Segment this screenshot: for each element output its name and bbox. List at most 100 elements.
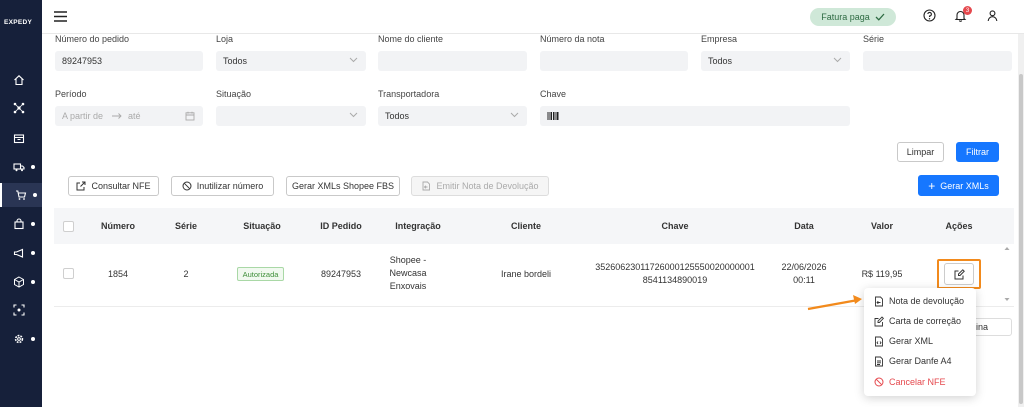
integration-line-3: Enxovais [389, 281, 427, 291]
invoice-number-label: Número da nota [540, 34, 605, 44]
gear-icon [14, 334, 24, 344]
company-label: Empresa [701, 34, 738, 44]
notification-count-badge: 3 [963, 6, 972, 15]
sidebar-item-marketing[interactable] [0, 241, 42, 265]
file-return-icon [875, 296, 883, 306]
void-number-button[interactable]: Inutilizar número [171, 176, 274, 196]
generate-xmls-label: Gerar XMLs [940, 180, 989, 191]
generate-xmls-button[interactable]: + Gerar XMLs [918, 175, 999, 196]
key-line-2: 8541134890019 [642, 275, 708, 285]
shopping-bag-icon [14, 218, 24, 230]
sidebar-item-integrations[interactable] [0, 96, 42, 120]
sidebar-item-shipping[interactable] [0, 155, 42, 179]
ban-icon [182, 181, 192, 191]
cart-icon [16, 190, 27, 200]
sidebar: EXPEDY [0, 0, 42, 407]
ban-icon [874, 377, 884, 387]
select-all-checkbox[interactable] [63, 221, 74, 232]
arrow-right-icon [112, 113, 122, 119]
store-select[interactable]: Todos [216, 51, 366, 71]
sidebar-item-home[interactable] [0, 68, 42, 92]
sidebar-item-sales[interactable] [0, 183, 42, 207]
table-scroll-arrows[interactable] [1002, 244, 1012, 304]
menu-item-label: Carta de correção [889, 316, 962, 326]
sidebar-item-purchases[interactable] [0, 212, 42, 236]
issue-return-invoice-label: Emitir Nota de Devolução [436, 181, 539, 191]
column-header-key[interactable]: Chave [640, 221, 710, 231]
menu-item-generate-xml[interactable]: Gerar XML [874, 334, 933, 348]
series-input[interactable] [863, 51, 1012, 71]
home-icon [14, 75, 24, 86]
submenu-indicator [31, 337, 35, 341]
menu-item-cancel-nfe[interactable]: Cancelar NFE [874, 375, 946, 389]
menu-item-return-invoice[interactable]: Nota de devolução [874, 294, 964, 308]
plus-icon: + [928, 178, 936, 193]
carrier-select[interactable]: Todos [378, 106, 527, 126]
chevron-down-icon [349, 57, 358, 63]
carrier-label: Transportadora [378, 89, 440, 99]
cell-customer: Irane bordeli [500, 269, 552, 279]
submenu-indicator [31, 251, 35, 255]
carrier-select-value: Todos [385, 111, 410, 121]
sidebar-item-settings[interactable] [0, 327, 42, 351]
integration-line-1: Shopee - [389, 255, 427, 265]
period-to-input[interactable]: até [128, 111, 141, 121]
scrollbar-thumb[interactable] [1019, 74, 1023, 404]
menu-item-correction-letter[interactable]: Carta de correção [874, 314, 961, 328]
period-range-picker[interactable]: A partir de até [55, 106, 203, 126]
sidebar-item-store[interactable] [0, 126, 42, 150]
menu-icon[interactable] [54, 11, 67, 22]
scan-icon [13, 304, 25, 316]
row-checkbox[interactable] [63, 268, 74, 279]
cell-value: R$ 119,95 [861, 269, 903, 279]
issue-return-invoice-button[interactable]: Emitir Nota de Devolução [411, 176, 549, 196]
status-label: Situação [216, 89, 252, 99]
menu-item-generate-danfe[interactable]: Gerar Danfe A4 [874, 354, 952, 368]
edit-note-icon [874, 315, 884, 326]
access-key-input[interactable] [540, 106, 850, 126]
column-header-customer[interactable]: Cliente [496, 221, 556, 231]
date-line-1: 22/06/2026 [781, 262, 827, 272]
company-select[interactable]: Todos [701, 51, 850, 71]
customer-name-label: Nome do cliente [378, 34, 444, 44]
cell-integration: Shopee - Newcasa Enxovais [378, 254, 438, 293]
order-number-input[interactable]: 89247953 [55, 51, 203, 71]
column-header-integration[interactable]: Integração [388, 221, 448, 231]
clear-filters-button[interactable]: Limpar [897, 142, 944, 162]
sidebar-item-products[interactable] [0, 270, 42, 294]
cell-key: 35260623011726000125550020000001 8541134… [593, 261, 757, 287]
customer-name-input[interactable] [378, 51, 527, 71]
status-select[interactable] [216, 106, 366, 126]
integration-line-2: Newcasa [389, 268, 427, 278]
user-icon[interactable] [986, 9, 999, 22]
column-header-order-id[interactable]: ID Pedido [312, 221, 370, 231]
column-header-value[interactable]: Valor [862, 221, 902, 231]
generate-shopee-xmls-button[interactable]: Gerar XMLs Shopee FBS [286, 176, 400, 196]
column-header-series[interactable]: Série [166, 221, 206, 231]
cell-number: 1854 [107, 269, 129, 279]
column-header-actions: Ações [945, 221, 973, 231]
truck-icon [13, 163, 25, 172]
invoice-status-badge: Fatura paga [810, 8, 896, 26]
menu-item-label: Cancelar NFE [889, 377, 946, 387]
column-header-date[interactable]: Data [784, 221, 824, 231]
column-header-number[interactable]: Número [96, 221, 140, 231]
cell-series: 2 [183, 269, 189, 279]
apply-filters-button[interactable]: Filtrar [956, 142, 999, 162]
invoice-number-input[interactable] [540, 51, 688, 71]
company-select-value: Todos [708, 56, 733, 66]
consult-nfe-button[interactable]: Consultar NFE [68, 176, 159, 196]
page-scrollbar[interactable] [1018, 34, 1024, 407]
sidebar-item-scanner[interactable] [0, 298, 42, 322]
top-bar: Fatura paga 3 [42, 0, 1024, 34]
period-from-input[interactable]: A partir de [62, 111, 103, 121]
file-return-icon [423, 181, 431, 191]
chevron-down-icon [510, 112, 519, 118]
menu-item-label: Gerar XML [889, 336, 934, 346]
date-line-2: 00:11 [793, 275, 815, 285]
menu-item-label: Gerar Danfe A4 [889, 356, 952, 366]
column-header-status[interactable]: Situação [234, 221, 290, 231]
help-icon[interactable] [923, 9, 936, 22]
network-icon [13, 102, 25, 114]
barcode-icon[interactable] [547, 112, 559, 120]
